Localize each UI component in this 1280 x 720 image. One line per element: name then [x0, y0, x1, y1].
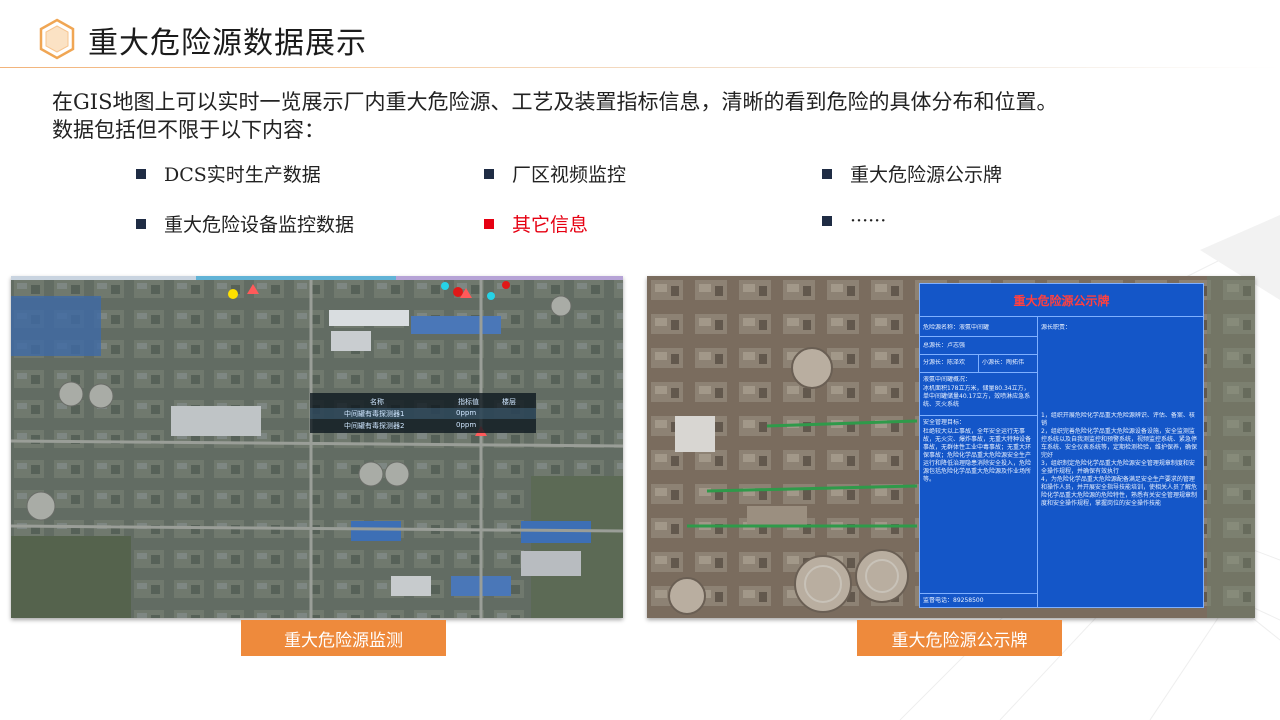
square-bullet-icon [484, 168, 494, 179]
sensor-tooltip: 名称 指标值 楼层 中间罐有毒探测器1 0ppm 中间罐有毒探测器2 0ppm [310, 393, 536, 433]
marker-red-icon [502, 281, 510, 289]
goal-title: 安全管理目标： [923, 419, 966, 426]
square-bullet-icon [136, 218, 146, 229]
aerial-plant-image [11, 276, 623, 618]
owner-duties-label: 源长职责： [1041, 324, 1072, 331]
list-item: DCS实时生产数据 [136, 160, 321, 187]
list-item: ······ [822, 210, 886, 232]
chief-owner: 总源长：卢志强 [923, 342, 966, 349]
overview-title: 液氨中间罐概况： [923, 376, 972, 383]
intro-line-1: 在GIS地图上可以实时一览展示厂内重大危险源、工艺及装置指标信息，清晰的看到危险… [52, 90, 1058, 114]
list-item: 厂区视频监控 [484, 160, 626, 187]
hazard-name: 危险源名称：液氨中间罐 [923, 324, 990, 331]
minor-owner: 小源长：陶拓伟 [982, 359, 1025, 366]
square-bullet-icon [136, 168, 146, 179]
sub-owner: 分源长：陈泽欢 [923, 359, 966, 366]
notice-board-screenshot: 重大危险源公示牌 危险源名称：液氨中间罐 源长职责： 总源长：卢志强 分源长：陈… [647, 276, 1255, 618]
hexagon-logo-icon [39, 18, 75, 60]
goal-text: 杜绝较大以上事故，全年安全运行无事故，无火灾、爆炸事故，无重大特种设备事故，无群… [923, 428, 1032, 483]
list-item: 重大危险设备监控数据 [136, 210, 354, 237]
square-bullet-icon [484, 218, 494, 229]
owner-duties-text: 1，组织开展危险化学品重大危险源辨识、评估、备案、核销 2，组织完善危险化学品重… [1041, 412, 1198, 507]
notice-board-title: 重大危险源公示牌 [1013, 293, 1110, 308]
caption-hazard-monitoring: 重大危险源监测 [241, 620, 446, 656]
table-row[interactable]: 中间罐有毒探测器1 0ppm [310, 408, 536, 419]
marker-cyan-icon [441, 282, 449, 290]
square-bullet-icon [822, 216, 832, 226]
table-row[interactable]: 中间罐有毒探测器2 0ppm [310, 420, 536, 431]
overview-text: 冰机面积178立方米，储量80.34立方，单中间罐储量40.17立方，效喷淋应急… [923, 385, 1031, 408]
tooltip-header-row: 名称 指标值 楼层 [370, 398, 516, 406]
page-header: 重大危险源数据展示 [0, 0, 1280, 70]
list-item-highlight: 其它信息 [484, 210, 588, 237]
gis-map-screenshot: 名称 指标值 楼层 中间罐有毒探测器1 0ppm 中间罐有毒探测器2 0ppm [11, 276, 623, 618]
intro-text: 在GIS地图上可以实时一览展示厂内重大危险源、工艺及装置指标信息，清晰的看到危险… [52, 88, 1252, 144]
marker-cyan-icon [487, 292, 495, 300]
list-item: 重大危险源公示牌 [822, 160, 1002, 187]
marker-yellow-icon [228, 289, 238, 299]
hazard-notice-board: 重大危险源公示牌 危险源名称：液氨中间罐 源长职责： 总源长：卢志强 分源长：陈… [919, 283, 1204, 608]
intro-line-2: 数据包括但不限于以下内容： [52, 118, 325, 142]
square-bullet-icon [822, 168, 832, 179]
page-title: 重大危险源数据展示 [88, 26, 367, 61]
header-divider [0, 67, 1280, 68]
phone: 监督电话：89258500 [923, 597, 984, 604]
caption-notice-board: 重大危险源公示牌 [857, 620, 1062, 656]
